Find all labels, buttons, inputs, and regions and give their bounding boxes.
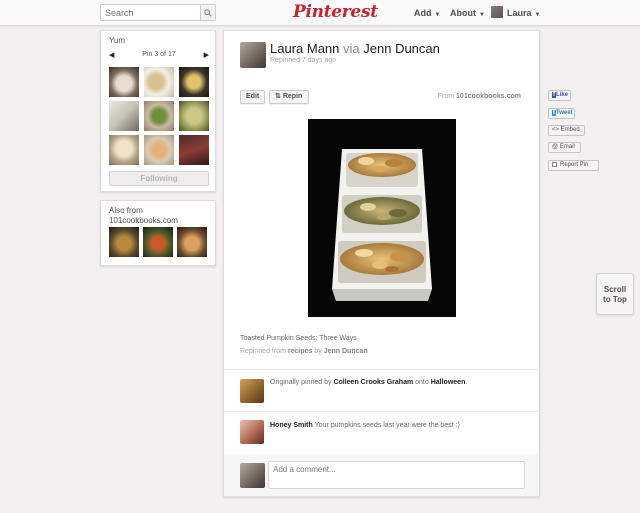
report-pin-label: Report Pin (560, 162, 589, 168)
pin-thumbnail[interactable] (143, 227, 173, 257)
source-prefix: From (437, 93, 455, 100)
board-title[interactable]: Yum (109, 36, 125, 45)
via-user[interactable]: Jenn Duncan (363, 41, 440, 56)
pin-image[interactable] (308, 119, 456, 317)
author-line: Laura Mann via Jenn Duncan (270, 41, 440, 56)
pin-thumbnail[interactable] (179, 67, 209, 97)
like-label: Like (556, 92, 569, 98)
pumpkin-seeds-photo (332, 149, 432, 301)
tweet-button[interactable]: tTweet (548, 108, 575, 119)
author-avatar[interactable] (240, 42, 266, 68)
scroll-to-top-line2: to Top (603, 295, 627, 304)
caret-down-icon: ▼ (434, 12, 441, 18)
embed-button[interactable]: <> Embed (548, 125, 585, 136)
commenter-avatar[interactable] (240, 420, 264, 444)
email-button[interactable]: @ Email (548, 142, 581, 153)
divider (224, 411, 539, 412)
about-menu-label: About (450, 8, 476, 18)
pin-thumbnail[interactable] (177, 227, 207, 257)
source-link[interactable]: 101cookbooks.com (456, 93, 521, 100)
repinned-from-line: Repinned from recipes by Jenn Duncan (240, 348, 368, 355)
original-pin-middle: onto (415, 379, 429, 386)
search-icon (204, 8, 212, 17)
comment-line: Honey Smith Your pumpkins seeds last yea… (270, 422, 460, 429)
also-from-thumbnails (109, 227, 207, 257)
pin-detail-card: Laura Mann via Jenn Duncan Repinned 7 da… (223, 30, 540, 497)
report-pin-button[interactable]: Report Pin (548, 160, 599, 171)
pin-thumbnail[interactable] (109, 227, 139, 257)
original-pin-suffix: . (465, 379, 468, 386)
next-pin-icon[interactable]: ▶ (204, 51, 209, 59)
search-input[interactable] (101, 5, 199, 20)
user-avatar[interactable] (491, 6, 503, 18)
user-menu[interactable]: Laura ▼ (507, 8, 540, 18)
current-user-avatar (240, 463, 265, 488)
also-from-card: Also from 101cookbooks.com (100, 200, 216, 266)
repin-label: Repin (282, 93, 303, 100)
commenter-name[interactable]: Honey Smith (270, 422, 313, 429)
search-box (100, 4, 216, 21)
original-pinner-avatar[interactable] (240, 379, 264, 403)
also-from-label: Also from (109, 206, 143, 215)
user-menu-label: Laura (507, 8, 532, 18)
top-header: Pinterest Add▼ About▼ Laura▼ (0, 0, 640, 26)
also-from-source[interactable]: 101cookbooks.com (109, 216, 178, 226)
pin-thumbnail[interactable] (179, 101, 209, 131)
pin-thumbnail[interactable] (109, 135, 139, 165)
source-line: From 101cookbooks.com (438, 93, 521, 100)
pin-caption: Toasted Pumpkin Seeds: Three Ways (240, 335, 357, 342)
board-card: Yum ◀ Pin 3 of 17 ▶ Following (100, 30, 216, 192)
pin-thumbnail[interactable] (144, 135, 174, 165)
add-comment-input[interactable] (268, 461, 525, 489)
pinterest-logo[interactable]: Pinterest (293, 2, 378, 22)
search-button[interactable] (200, 5, 215, 20)
via-label: via (343, 41, 360, 56)
edit-button[interactable]: Edit (240, 90, 265, 104)
repinned-by-prefix: by (314, 348, 322, 355)
divider (224, 369, 539, 370)
pin-thumbnail[interactable] (109, 101, 139, 131)
repinned-by-user[interactable]: Jenn Duncan (324, 348, 368, 355)
repinned-from-board[interactable]: recipes (288, 348, 313, 355)
comment-body: Your pumpkins seeds last year were the b… (314, 422, 460, 429)
repin-button[interactable]: ⇅ Repin (269, 90, 309, 104)
original-pin-line: Originally pinned by Colleen Crooks Grah… (270, 379, 467, 386)
pin-navigator: ◀ Pin 3 of 17 ▶ (109, 51, 209, 61)
repin-icon: ⇅ (275, 93, 281, 100)
caret-down-icon: ▼ (534, 12, 541, 18)
original-pinner-name[interactable]: Colleen Crooks Graham (333, 379, 413, 386)
caret-down-icon: ▼ (479, 12, 485, 18)
following-button[interactable]: Following (109, 171, 209, 186)
add-menu-label: Add (414, 8, 432, 18)
repinned-time: Repinned 7 days ago (270, 57, 337, 64)
pin-thumbnail[interactable] (144, 101, 174, 131)
pin-thumbnail[interactable] (109, 67, 139, 97)
original-pin-prefix: Originally pinned by (270, 379, 332, 386)
pin-position: Pin 3 of 17 (142, 51, 176, 58)
tweet-label: Tweet (556, 110, 573, 116)
pin-thumbnail[interactable] (144, 67, 174, 97)
scroll-to-top-button[interactable]: Scroll to Top (596, 273, 634, 315)
repinned-from-prefix: Repinned from (240, 348, 286, 355)
author-name[interactable]: Laura Mann (270, 41, 339, 56)
add-menu[interactable]: Add ▼ (414, 8, 440, 18)
also-from-title: Also from 101cookbooks.com (109, 206, 178, 226)
flag-icon (552, 162, 557, 167)
scroll-to-top-line1: Scroll (603, 285, 627, 294)
facebook-like-button[interactable]: fLike (548, 90, 571, 101)
pin-thumbnail[interactable] (179, 135, 209, 165)
about-menu[interactable]: About ▼ (450, 8, 485, 18)
original-pin-board[interactable]: Halloween (431, 379, 466, 386)
board-thumbnails (109, 67, 209, 165)
